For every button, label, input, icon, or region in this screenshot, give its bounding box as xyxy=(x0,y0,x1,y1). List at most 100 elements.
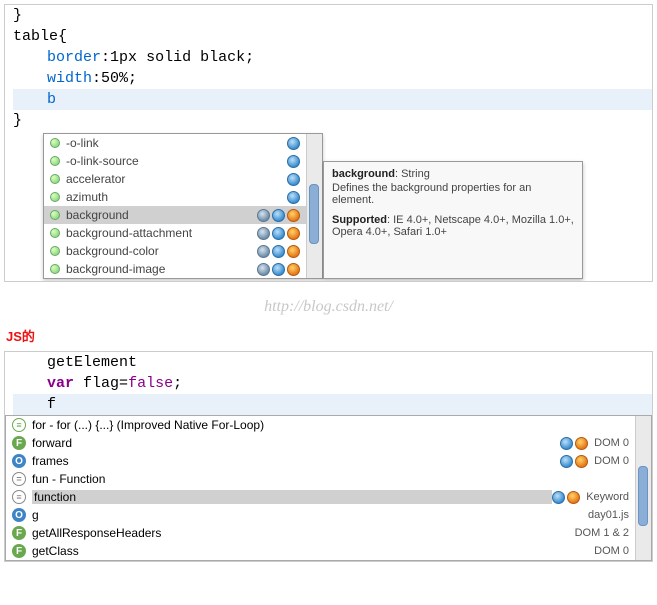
firefox-icon xyxy=(287,245,300,258)
firefox-icon xyxy=(287,227,300,240)
suggestion-item[interactable]: FgetAllResponseHeadersDOM 1 & 2 xyxy=(6,524,635,542)
scrollbar[interactable] xyxy=(635,416,651,560)
suggestion-label: background xyxy=(66,208,257,222)
ie-icon xyxy=(287,137,300,150)
suggestion-label: forward xyxy=(32,436,560,450)
safari-icon xyxy=(257,227,270,240)
ie-icon xyxy=(272,209,285,222)
property-icon xyxy=(50,246,60,256)
suggestion-meta: DOM 0 xyxy=(594,545,629,557)
browser-support-icons xyxy=(257,227,300,240)
ie-icon xyxy=(287,191,300,204)
js-editor-panel: getElement var flag=false; f ≡ for - for … xyxy=(4,351,653,562)
suggestion-item[interactable]: ≡ functionKeyword xyxy=(6,488,635,506)
css-code-area: } table{ border:1px solid black; width:5… xyxy=(5,5,652,131)
ie-icon xyxy=(287,173,300,186)
kind-icon: O xyxy=(12,508,26,522)
browser-support-icons xyxy=(287,173,300,186)
suggestion-label: -o-link xyxy=(66,136,287,150)
suggestion-label: getClass xyxy=(32,544,594,558)
code-line: getElement xyxy=(13,352,652,373)
suggestion-label: for - for (...) {...} (Improved Native F… xyxy=(32,418,629,432)
ie-icon xyxy=(560,455,573,468)
scroll-thumb[interactable] xyxy=(638,466,648,526)
kind-icon: F xyxy=(12,526,26,540)
property-icon xyxy=(50,210,60,220)
code-line: width:50%; xyxy=(13,68,652,89)
suggestion-item[interactable]: accelerator xyxy=(44,170,306,188)
property-icon xyxy=(50,192,60,202)
suggestion-item[interactable]: OframesDOM 0 xyxy=(6,452,635,470)
kind-icon: O xyxy=(12,454,26,468)
current-line[interactable]: b xyxy=(13,89,652,110)
ie-icon xyxy=(560,437,573,450)
kind-icon: ≡ xyxy=(12,490,26,504)
suggestion-item[interactable]: FgetClassDOM 0 xyxy=(6,542,635,560)
suggestion-item[interactable]: background xyxy=(44,206,306,224)
property-icon xyxy=(50,138,60,148)
kind-icon: ≡ xyxy=(12,418,26,432)
suggestion-label: background-color xyxy=(66,244,257,258)
suggestion-meta: DOM 1 & 2 xyxy=(575,527,629,539)
browser-support-icons xyxy=(257,263,300,276)
suggestion-item[interactable]: = fun - Function xyxy=(6,470,635,488)
scrollbar[interactable] xyxy=(306,134,322,278)
suggestion-item[interactable]: azimuth xyxy=(44,188,306,206)
code-line: } xyxy=(13,5,652,26)
js-code-area: getElement var flag=false; f xyxy=(5,352,652,415)
watermark-text: http://blog.csdn.net/ xyxy=(0,298,657,316)
suggestion-item[interactable]: background-image xyxy=(44,260,306,278)
scroll-thumb[interactable] xyxy=(309,184,319,244)
safari-icon xyxy=(257,245,270,258)
suggestion-meta: day01.js xyxy=(588,509,629,521)
browser-support-icons xyxy=(287,137,300,150)
browser-support-icons xyxy=(257,245,300,258)
suggestion-label: -o-link-source xyxy=(66,154,287,168)
js-suggestion-list[interactable]: ≡ for - for (...) {...} (Improved Native … xyxy=(5,415,652,561)
suggestion-label: frames xyxy=(32,454,560,468)
firefox-icon xyxy=(567,491,580,504)
ie-icon xyxy=(272,245,285,258)
suggestion-label: background-attachment xyxy=(66,226,257,240)
suggestion-label: fun - Function xyxy=(32,472,629,486)
code-line: border:1px solid black; xyxy=(13,47,652,68)
kind-icon: = xyxy=(12,472,26,486)
ie-icon xyxy=(272,227,285,240)
section-label: JS的 xyxy=(6,326,651,345)
property-icon xyxy=(50,156,60,166)
safari-icon xyxy=(257,263,270,276)
css-editor-panel: } table{ border:1px solid black; width:5… xyxy=(4,4,653,282)
current-line[interactable]: f xyxy=(13,394,652,415)
kind-icon: F xyxy=(12,544,26,558)
ie-icon xyxy=(272,263,285,276)
browser-support-icons xyxy=(257,209,300,222)
suggestion-item[interactable]: FforwardDOM 0 xyxy=(6,434,635,452)
property-icon xyxy=(50,264,60,274)
suggestion-label: getAllResponseHeaders xyxy=(32,526,575,540)
autocomplete-popup: -o-link -o-link-source accelerator azimuth b… xyxy=(43,133,614,279)
suggestion-item[interactable]: ≡ for - for (...) {...} (Improved Native … xyxy=(6,416,635,434)
suggestion-meta: DOM 0 xyxy=(560,455,629,468)
suggestion-item[interactable]: -o-link-source xyxy=(44,152,306,170)
suggestion-item[interactable]: background-attachment xyxy=(44,224,306,242)
suggestion-label: azimuth xyxy=(66,190,287,204)
firefox-icon xyxy=(287,209,300,222)
code-line: var flag=false; xyxy=(13,373,652,394)
suggestion-item[interactable]: -o-link xyxy=(44,134,306,152)
suggestion-meta: Keyword xyxy=(552,491,629,504)
ie-icon xyxy=(287,155,300,168)
suggestion-item[interactable]: background-color xyxy=(44,242,306,260)
code-line: table{ xyxy=(13,26,652,47)
suggestion-label: function xyxy=(32,490,552,504)
suggestion-meta: DOM 0 xyxy=(560,437,629,450)
firefox-icon xyxy=(575,437,588,450)
suggestion-label: accelerator xyxy=(66,172,287,186)
ie-icon xyxy=(552,491,565,504)
suggestion-item[interactable]: Ogday01.js xyxy=(6,506,635,524)
css-suggestion-list[interactable]: -o-link -o-link-source accelerator azimuth b… xyxy=(43,133,323,279)
property-icon xyxy=(50,228,60,238)
browser-support-icons xyxy=(287,155,300,168)
property-icon xyxy=(50,174,60,184)
safari-icon xyxy=(257,209,270,222)
firefox-icon xyxy=(575,455,588,468)
